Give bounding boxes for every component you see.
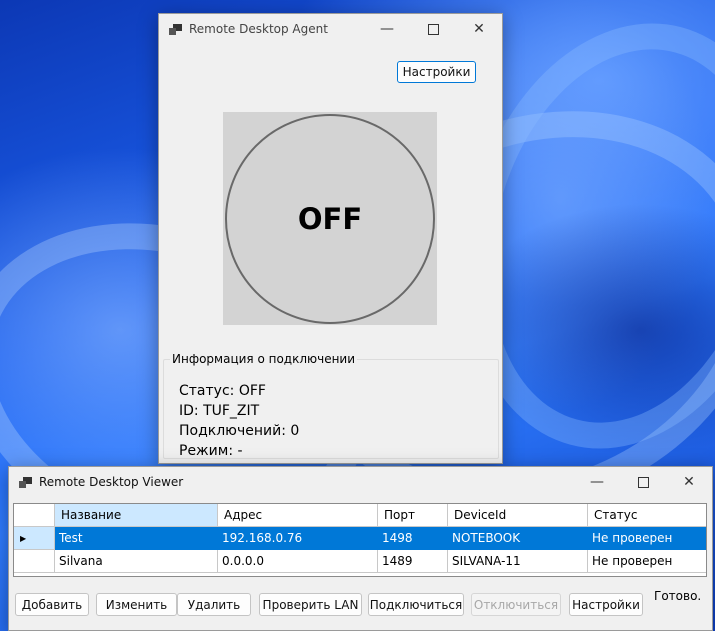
connect-button[interactable]: Подключиться bbox=[368, 593, 464, 616]
viewer-titlebar[interactable]: Remote Desktop Viewer — ✕ bbox=[9, 467, 712, 497]
connections-line: Подключений: 0 bbox=[179, 423, 300, 439]
viewer-settings-button[interactable]: Настройки bbox=[569, 593, 643, 616]
status-line: Статус: OFF bbox=[179, 383, 266, 399]
table-row[interactable]: ▶ Test 192.168.0.76 1498 NOTEBOOK Не про… bbox=[14, 527, 706, 550]
connection-info-group: Информация о подключении Статус: OFF ID:… bbox=[163, 352, 499, 459]
app-icon bbox=[19, 476, 32, 488]
id-line: ID: TUF_ZIT bbox=[179, 403, 260, 419]
power-toggle-panel[interactable]: OFF bbox=[223, 112, 437, 325]
cell-address[interactable]: 0.0.0.0 bbox=[218, 550, 378, 573]
row-pointer-icon: ▶ bbox=[20, 533, 27, 543]
mode-line: Режим: - bbox=[179, 443, 243, 457]
row-header-corner bbox=[14, 504, 55, 527]
minimize-icon[interactable]: — bbox=[364, 14, 410, 44]
agent-settings-button[interactable]: Настройки bbox=[397, 61, 476, 83]
table-row[interactable]: Silvana 0.0.0.0 1489 SILVANA-11 Не прове… bbox=[14, 550, 706, 573]
cell-deviceid[interactable]: SILVANA-11 bbox=[448, 550, 588, 573]
cell-status[interactable]: Не проверен bbox=[588, 527, 706, 550]
cell-name[interactable]: Silvana bbox=[55, 550, 218, 573]
add-button[interactable]: Добавить bbox=[15, 593, 89, 616]
edit-button[interactable]: Изменить bbox=[96, 593, 177, 616]
connections-table[interactable]: Название Адрес Порт DeviceId Статус ▶ Te… bbox=[13, 503, 707, 577]
cell-deviceid[interactable]: NOTEBOOK bbox=[448, 527, 588, 550]
viewer-window-title: Remote Desktop Viewer bbox=[39, 475, 184, 489]
agent-titlebar[interactable]: Remote Desktop Agent — ✕ bbox=[159, 14, 502, 44]
row-selector[interactable]: ▶ bbox=[14, 527, 55, 550]
table-header-row: Название Адрес Порт DeviceId Статус bbox=[14, 504, 706, 527]
maximize-icon[interactable] bbox=[620, 467, 666, 497]
agent-window-title: Remote Desktop Agent bbox=[189, 22, 328, 36]
viewer-window: Remote Desktop Viewer — ✕ Название Адрес… bbox=[8, 466, 713, 631]
column-header-status[interactable]: Статус bbox=[588, 504, 706, 527]
close-icon[interactable]: ✕ bbox=[456, 14, 502, 44]
column-header-deviceid[interactable]: DeviceId bbox=[448, 504, 588, 527]
app-icon bbox=[169, 23, 182, 35]
delete-button[interactable]: Удалить bbox=[177, 593, 251, 616]
disconnect-button[interactable]: Отключиться bbox=[471, 593, 561, 616]
column-header-address[interactable]: Адрес bbox=[218, 504, 378, 527]
status-text: Готово. bbox=[654, 589, 702, 603]
check-lan-button[interactable]: Проверить LAN bbox=[259, 593, 362, 616]
close-icon[interactable]: ✕ bbox=[666, 467, 712, 497]
row-selector[interactable] bbox=[14, 550, 55, 573]
maximize-icon[interactable] bbox=[410, 14, 456, 44]
column-header-name[interactable]: Название bbox=[55, 504, 218, 527]
cell-port[interactable]: 1489 bbox=[378, 550, 448, 573]
connection-info-label: Информация о подключении bbox=[170, 352, 358, 366]
agent-window: Remote Desktop Agent — ✕ Настройки OFF И… bbox=[158, 13, 503, 464]
cell-name[interactable]: Test bbox=[55, 527, 218, 550]
power-state-label: OFF bbox=[297, 202, 363, 236]
column-header-port[interactable]: Порт bbox=[378, 504, 448, 527]
cell-address[interactable]: 192.168.0.76 bbox=[218, 527, 378, 550]
cell-status[interactable]: Не проверен bbox=[588, 550, 706, 573]
minimize-icon[interactable]: — bbox=[574, 467, 620, 497]
power-toggle-circle[interactable]: OFF bbox=[225, 114, 435, 324]
cell-port[interactable]: 1498 bbox=[378, 527, 448, 550]
